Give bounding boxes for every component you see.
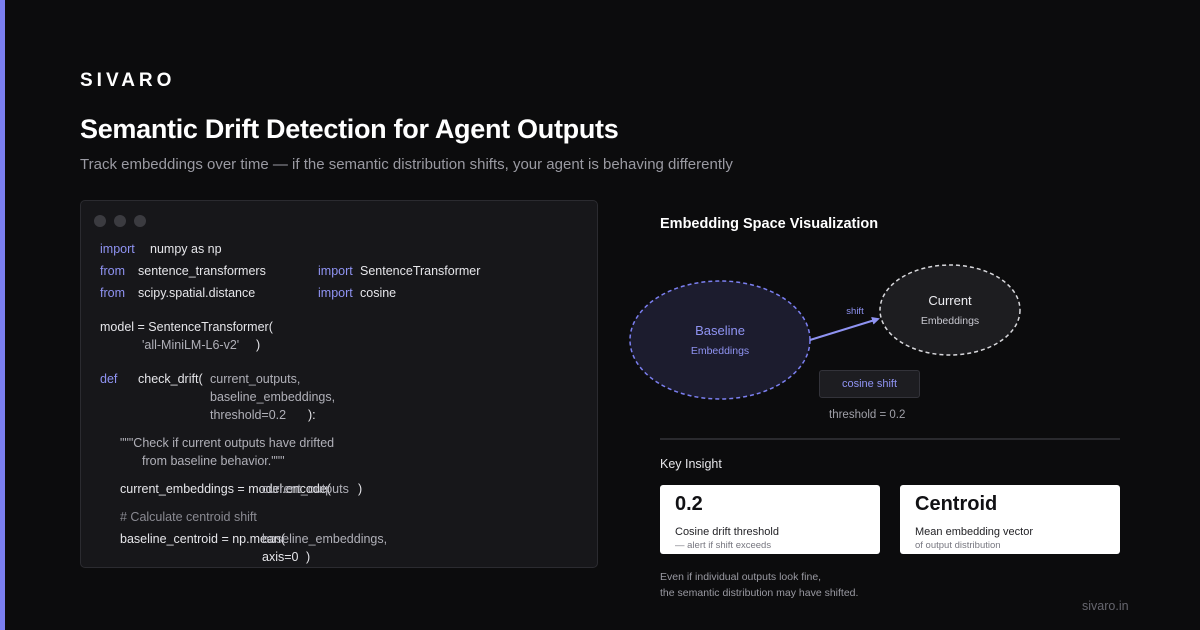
viz-title: Embedding Space Visualization	[660, 216, 879, 232]
code-string: 'all-MiniLM-L6-v2'	[142, 338, 240, 352]
card-value: 0.2	[675, 493, 703, 515]
divider	[660, 438, 1120, 440]
insight-footnote: Even if individual outputs look fine, th…	[660, 569, 858, 601]
code-function: check_drift(	[138, 372, 203, 386]
code-param: baseline_embeddings,	[262, 532, 388, 546]
shift-arrow	[809, 316, 880, 341]
code-text: baseline_centroid = np.mean(	[120, 532, 286, 546]
code-window: import numpy as np from sentence_transfo…	[80, 200, 598, 568]
code-text: ):	[308, 408, 316, 422]
code-keyword: import	[318, 264, 353, 278]
threshold-note: threshold = 0.2	[829, 409, 906, 421]
code-keyword: from	[100, 264, 125, 278]
card-value: Centroid	[915, 493, 998, 515]
card-label: Mean embedding vector	[915, 526, 1034, 538]
insight-card-threshold: 0.2 Cosine drift threshold — alert if sh…	[660, 485, 880, 554]
code-block: import numpy as np from sentence_transfo…	[81, 201, 597, 567]
insight-heading: Key Insight	[660, 457, 722, 471]
shift-label: shift	[846, 306, 864, 317]
card-sublabel: of output distribution	[915, 540, 1001, 551]
footnote-line: the semantic distribution may have shift…	[660, 587, 859, 599]
code-docstring: from baseline behavior."""	[142, 454, 285, 468]
baseline-sublabel: Embeddings	[690, 345, 750, 357]
code-param: current_outputs	[262, 482, 349, 496]
site-url[interactable]: sivaro.in	[1082, 599, 1129, 613]
code-text: scipy.spatial.distance	[138, 286, 256, 300]
code-text: model = SentenceTransformer(	[100, 320, 273, 334]
code-param: current_outputs,	[210, 372, 301, 386]
code-keyword: from	[100, 286, 125, 300]
baseline-label: Baseline	[695, 323, 745, 338]
code-text: )	[358, 482, 363, 496]
code-text: cosine	[360, 286, 397, 300]
current-sublabel: Embeddings	[920, 315, 980, 327]
cosine-shift-button[interactable]: cosine shift	[819, 370, 920, 398]
page-title: Semantic Drift Detection for Agent Outpu…	[80, 114, 619, 144]
code-keyword: import	[318, 286, 353, 300]
code-text: sentence_transformers	[138, 264, 266, 278]
insight-card-centroid: Centroid Mean embedding vector of output…	[900, 485, 1120, 554]
page-subtitle: Track embeddings over time — if the sema…	[80, 156, 733, 173]
baseline-ellipse	[629, 280, 811, 400]
code-text: axis=0	[262, 550, 299, 564]
code-keyword: def	[100, 372, 118, 386]
code-text: SentenceTransformer	[360, 264, 481, 278]
code-param: threshold=0.2	[210, 408, 287, 422]
code-keyword: import	[100, 242, 135, 256]
code-comment: # Calculate centroid shift	[120, 510, 257, 524]
current-ellipse	[879, 264, 1021, 356]
card-label: Cosine drift threshold	[675, 526, 779, 538]
brand-logo: SIVARO	[80, 70, 176, 91]
accent-bar	[0, 0, 5, 630]
card-sublabel: — alert if shift exceeds	[675, 540, 772, 551]
footnote-line: Even if individual outputs look fine,	[660, 571, 822, 583]
code-text: )	[256, 338, 261, 352]
code-param: baseline_embeddings,	[210, 390, 336, 404]
code-text: numpy as np	[150, 242, 222, 256]
code-docstring: """Check if current outputs have drifted	[120, 436, 335, 450]
current-label: Current	[928, 293, 972, 308]
code-text: )	[306, 550, 311, 564]
